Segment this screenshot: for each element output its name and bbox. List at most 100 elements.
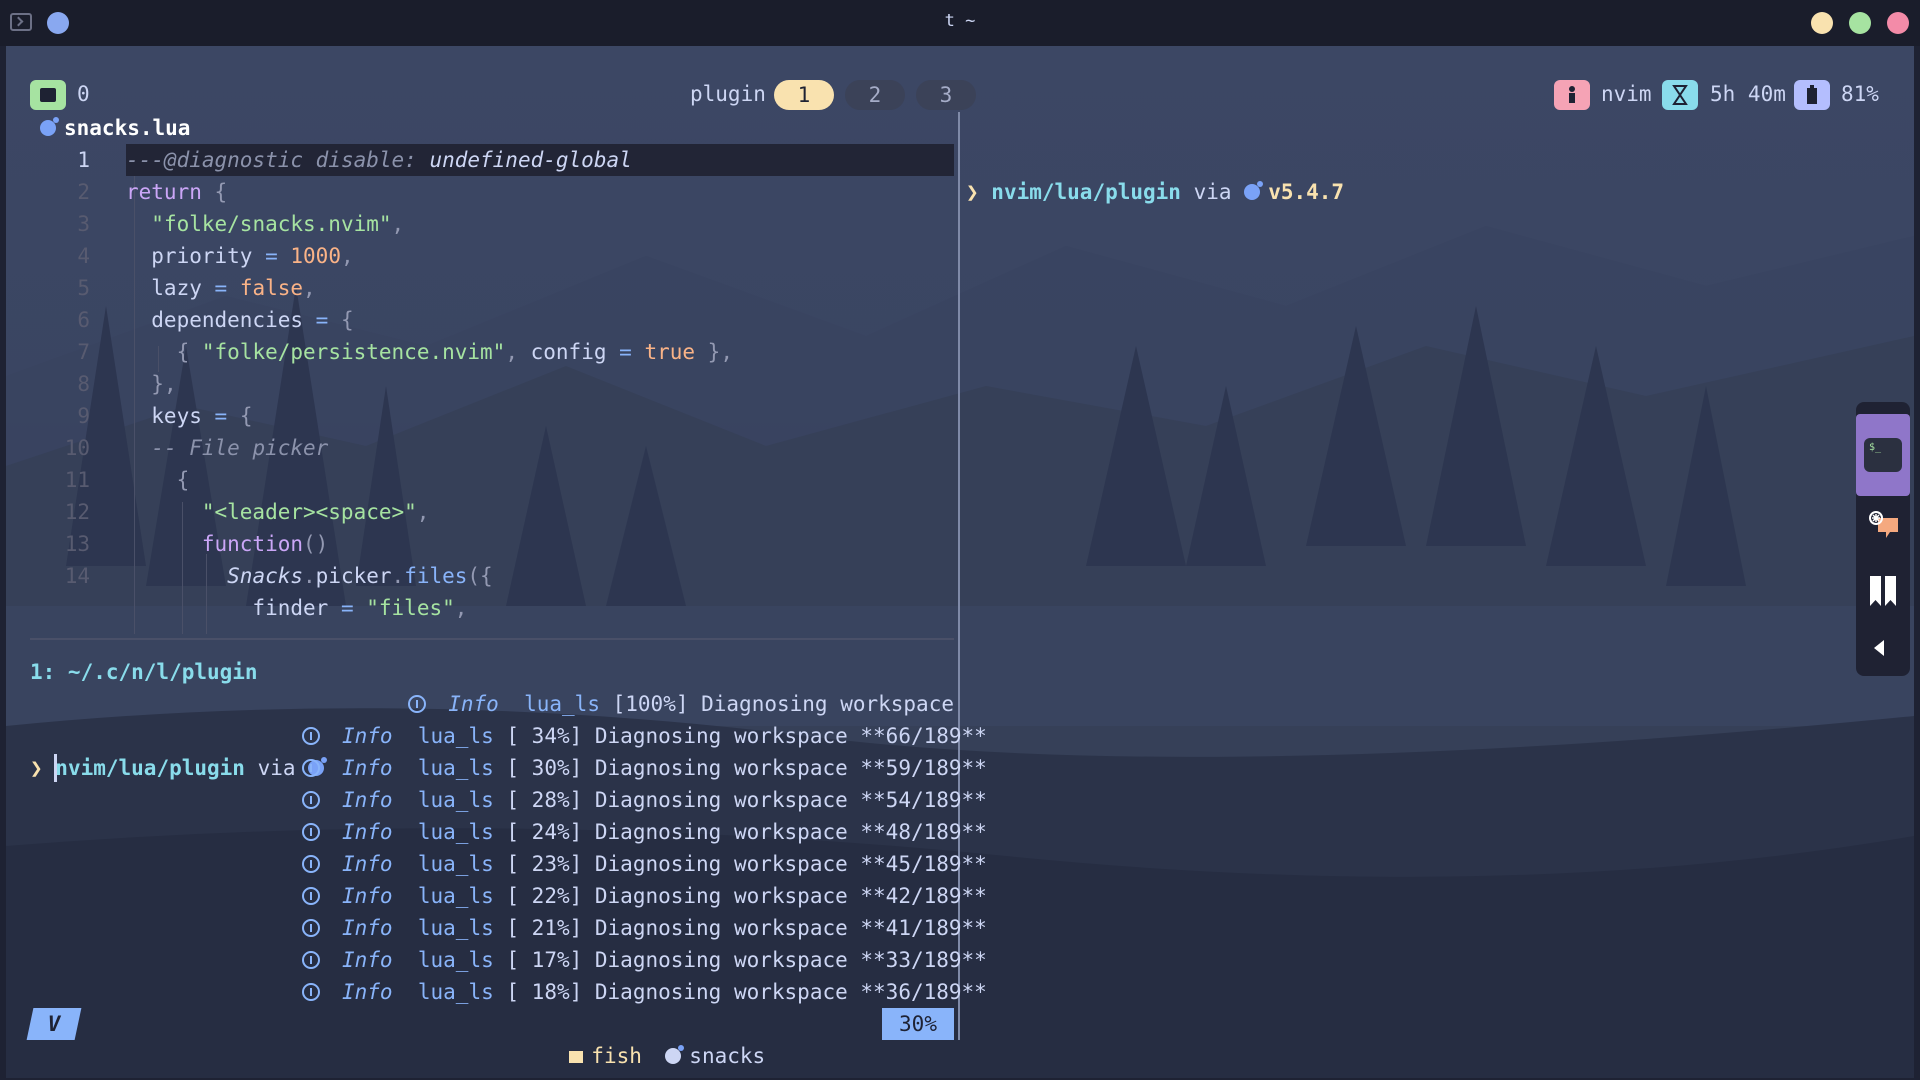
notification-level: Info [342,724,393,748]
line-text: return { [126,180,228,204]
lua-icon [40,117,59,136]
line-text: "<leader><space>", [201,500,430,524]
tmux-window-tab-3[interactable]: 3 [916,80,976,110]
info-icon [302,727,320,745]
notification-message: [ 18%] Diagnosing workspace **36/189** [506,980,987,1004]
notification-message: [ 17%] Diagnosing workspace **33/189** [506,948,987,972]
info-icon [302,951,320,969]
hourglass-icon [1662,80,1698,110]
session-terminal-icon [30,80,66,110]
notification-source: lua_ls [417,852,494,876]
line-text: "folke/snacks.nvim", [151,212,405,236]
notification-item: Info lua_ls [ 17%] Diagnosing workspace … [302,944,987,976]
tmux-window-tab-2[interactable]: 2 [845,80,905,110]
notification-item: Info lua_ls [100%] Diagnosing workspace [302,688,954,720]
notification-item: Info lua_ls [ 21%] Diagnosing workspace … [302,912,987,944]
tmux-status-bar: 0 plugin 1 2 3 nvim 5h 40m 81% [0,78,1920,114]
info-icon [302,791,320,809]
notification-level: Info [342,852,393,876]
line-text: { "folke/persistence.nvim", config = tru… [176,340,733,364]
notification-level: Info [342,948,393,972]
line-number: 4 [77,244,90,268]
notification-message: [ 23%] Diagnosing workspace **45/189** [506,852,987,876]
statusline-lsp: lua_ls [760,1008,893,1040]
notification-level: Info [448,692,499,716]
line-text: dependencies = { [126,308,354,332]
line-text: -- File picker [151,436,329,460]
person-icon [1554,80,1590,110]
chat-app-icon[interactable] [1868,510,1900,540]
terminal-cursor [54,754,57,782]
notification-source: lua_ls [417,788,494,812]
window-name: plugin [690,82,766,106]
notification-level: Info [342,980,393,1004]
notification-source: lua_ls [417,980,494,1004]
notification-source: lua_ls [417,724,494,748]
bookmark-app-icon[interactable] [1868,574,1898,608]
maximize-button[interactable] [1849,12,1871,34]
line-number: 14 [64,564,90,588]
line-text: keys = { [126,404,253,428]
right-terminal-prompt[interactable]: nvim/lua/plugin via v5.4.7 [966,144,1344,204]
notification-level: Info [342,820,393,844]
info-icon [302,983,320,1001]
line-number: 10 [64,436,90,460]
window-titlebar: t ~ [0,0,1920,46]
notification-level: Info [342,916,393,940]
tmux-window-tab-1[interactable]: 1 [774,80,834,110]
notification-source: lua_ls [417,756,494,780]
lua-icon [1244,181,1264,200]
line-text: ---@diagnostic disable: undefined-global [126,148,632,172]
lua-version: v5.4.7 [1268,180,1345,204]
line-number: 2 [77,180,90,204]
prompt-path: nvim/lua/plugin [55,756,245,780]
line-number: 1 [77,148,90,172]
notification-item: Info lua_ls [ 24%] Diagnosing workspace … [302,816,987,848]
notification-message: [ 22%] Diagnosing workspace **42/189** [506,884,987,908]
notification-item: Info lua_ls [ 18%] Diagnosing workspace … [302,976,987,1008]
line-number: 3 [77,212,90,236]
side-dock [1856,402,1910,676]
notification-source: lua_ls [417,820,494,844]
info-icon [302,887,320,905]
info-icon [302,759,320,777]
line-number: 7 [77,340,90,364]
shell-icon [569,1051,584,1063]
statusline-progress: 30% [882,1008,954,1040]
statusline-file: snacks [640,1008,765,1068]
notification-source: lua_ls [417,916,494,940]
prompt-path: nvim/lua/plugin [991,180,1181,204]
line-text: function() [201,532,329,556]
lua-icon [665,1045,685,1064]
status-battery: 81% [1841,82,1879,106]
battery-icon [1794,80,1830,110]
line-text: { [176,468,190,492]
notification-source: lua_ls [524,692,600,716]
notification-source: lua_ls [417,948,494,972]
line-number: 13 [64,532,90,556]
minimize-button[interactable] [1811,12,1833,34]
status-elapsed: 5h 40m [1710,82,1786,106]
terminal-buffer-title: 1: ~/.c/n/l/plugin [30,660,258,684]
window-title: t ~ [944,11,976,31]
info-icon [302,823,320,841]
line-number: 5 [77,276,90,300]
filename-label: snacks.lua [64,116,191,140]
collapse-arrow-icon[interactable] [1874,640,1884,656]
notification-message: [100%] Diagnosing workspace [612,692,954,716]
editor-filename: snacks.lua [40,116,190,140]
line-number: 6 [77,308,90,332]
notification-message: [ 28%] Diagnosing workspace **54/189** [506,788,987,812]
line-text: priority = 1000, [126,244,354,268]
notification-level: Info [342,884,393,908]
terminal-app-icon[interactable] [1864,438,1902,472]
line-text: Snacks.picker.files({ [227,564,493,588]
status-process: nvim [1601,82,1652,106]
line-number: 8 [77,372,90,396]
terminal-prompt[interactable]: nvim/lua/plugin via [30,720,332,780]
line-number: 11 [64,468,90,492]
info-icon [302,919,320,937]
horizontal-split-divider[interactable] [30,638,954,640]
close-button[interactable] [1887,12,1909,34]
gears-icon [785,1040,807,1056]
